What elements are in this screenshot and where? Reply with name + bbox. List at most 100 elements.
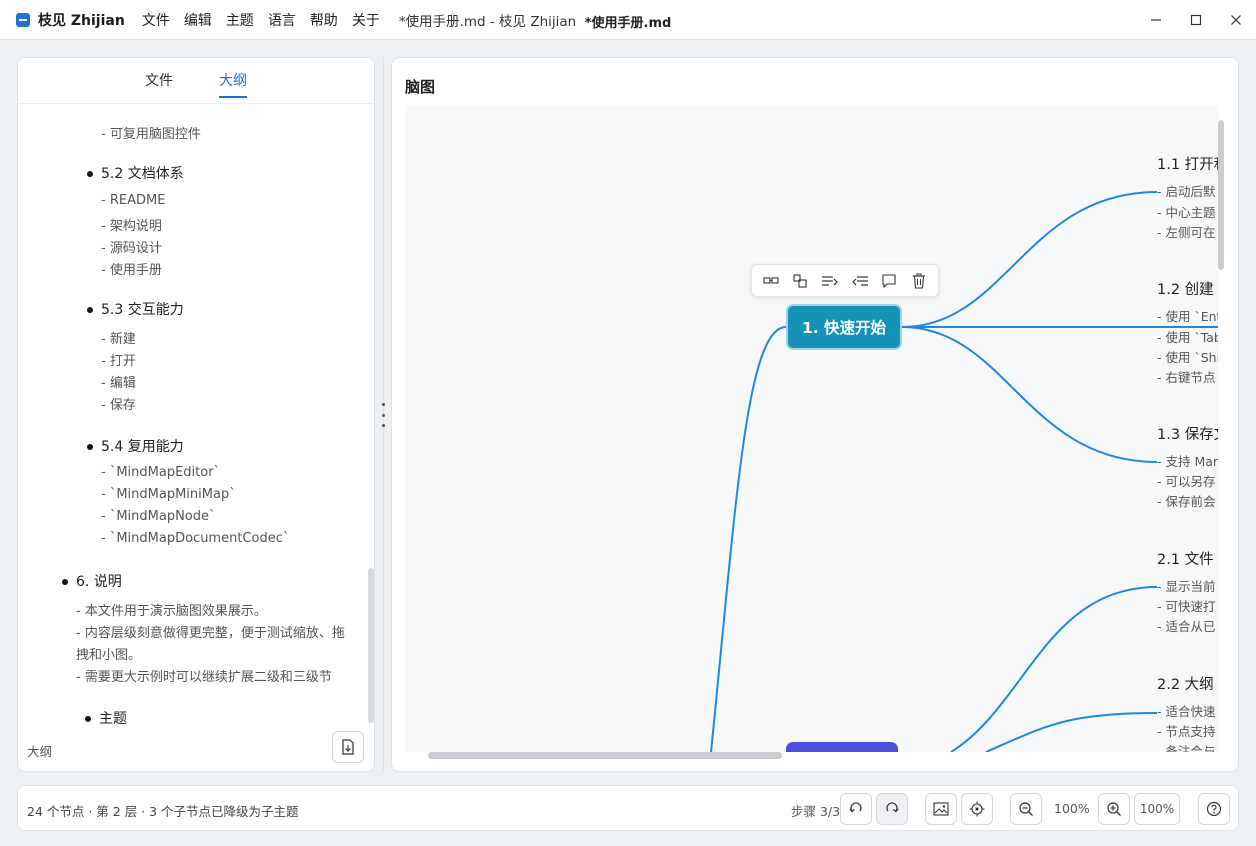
outline-item: - 保存: [101, 398, 136, 413]
outline-item: 拽和小图。: [76, 648, 142, 663]
indent-button[interactable]: [819, 270, 841, 292]
outline-view[interactable]: - 可复用脑图控件 5.2 文档体系 - README - 架构说明 - 源码设…: [18, 105, 368, 730]
leaf-node[interactable]: - 保存前会: [1157, 491, 1215, 510]
splitter-handle[interactable]: [381, 403, 385, 427]
zoom-level: 100%: [1054, 801, 1090, 816]
status-bar: 24 个节点 · 第 2 层 · 3 个子节点 已降级为子主题 步骤 3/3 1…: [17, 785, 1239, 831]
file-export-icon: [342, 739, 354, 755]
export-button[interactable]: [332, 731, 364, 763]
undo-icon: [849, 802, 862, 813]
bullet-icon: [62, 579, 68, 585]
close-button[interactable]: [1216, 0, 1256, 40]
help-icon: [1206, 801, 1222, 817]
comment-button[interactable]: [878, 270, 900, 292]
add-child-icon: [793, 273, 808, 288]
zoom-out-button[interactable]: [1010, 793, 1042, 825]
leaf-node[interactable]: - 可快速打: [1157, 596, 1215, 615]
leaf-node[interactable]: - 使用 `Ent: [1157, 306, 1218, 325]
outline-heading[interactable]: 5.2 文档体系: [101, 163, 184, 183]
link-2-1: [950, 586, 1158, 752]
link-root-left: [710, 326, 787, 752]
link-1-3: [901, 326, 1158, 463]
root-node[interactable]: 1. 快速开始: [786, 304, 902, 350]
link-node-button[interactable]: [760, 270, 782, 292]
export-image-button[interactable]: [925, 793, 957, 825]
leaf-node[interactable]: - 中心主题: [1157, 202, 1215, 221]
mindmap-panel: 脑图 1. 快速开始 1.1 打开 - 启动后默 - 中心主题 - 左侧可在 1…: [391, 57, 1239, 772]
outline-heading[interactable]: 5.4 复用能力: [101, 436, 184, 456]
add-child-button[interactable]: [789, 270, 811, 292]
window-controls: [1136, 0, 1256, 40]
image-icon: [933, 802, 949, 816]
outline-item: - 使用手册: [101, 263, 162, 278]
close-icon: [1231, 15, 1241, 25]
branch-node[interactable]: 1.1 打开和: [1157, 153, 1218, 174]
node-toolbar: [751, 264, 939, 297]
comment-icon: [882, 273, 897, 288]
app-logo-icon: [16, 12, 30, 27]
left-panel: 文件 大纲 - 可复用脑图控件 5.2 文档体系 - README - 架构说明…: [17, 57, 375, 772]
outline-item: - 打开: [101, 354, 136, 369]
bullet-icon: [85, 716, 91, 722]
branch-node[interactable]: 1.2 创建: [1157, 278, 1214, 299]
zoom-out-icon: [1019, 802, 1033, 816]
delete-node-button[interactable]: [908, 270, 930, 292]
leaf-node[interactable]: - 使用 `Tab: [1157, 327, 1218, 346]
left-footer: 大纲: [18, 725, 374, 771]
undo-button[interactable]: [840, 793, 872, 825]
redo-button[interactable]: [876, 793, 908, 825]
locate-button[interactable]: [961, 793, 993, 825]
outline-item: - 源码设计: [101, 241, 162, 256]
branch-node[interactable]: 1.3 保存文: [1157, 423, 1218, 444]
menu-theme[interactable]: 主题: [219, 10, 261, 30]
outdent-button[interactable]: [849, 270, 871, 292]
leaf-node[interactable]: - 显示当前: [1157, 576, 1215, 595]
mindmap-canvas[interactable]: 1. 快速开始 1.1 打开和 - 启动后默 - 中心主题 - 左侧可在 1.2…: [406, 106, 1218, 752]
leaf-node[interactable]: - 左侧可在: [1157, 222, 1215, 241]
help-button[interactable]: [1198, 793, 1230, 825]
trash-icon: [913, 273, 926, 289]
panel-title: 脑图: [405, 78, 436, 96]
outline-item: - `MindMapNode`: [101, 509, 216, 524]
bullet-icon: [87, 307, 93, 313]
tab-outline[interactable]: 大纲: [219, 58, 247, 104]
canvas-horizontal-scrollbar[interactable]: [428, 752, 782, 759]
leaf-node[interactable]: - 节点支持: [1157, 721, 1215, 740]
outline-scrollbar[interactable]: [368, 568, 374, 723]
menu-language[interactable]: 语言: [261, 10, 303, 30]
outline-item: - 可复用脑图控件: [101, 127, 201, 142]
outline-heading[interactable]: 5.3 交互能力: [101, 299, 184, 319]
canvas-vertical-scrollbar[interactable]: [1218, 120, 1224, 270]
branch-node[interactable]: 2.2 大纲: [1157, 673, 1214, 694]
menu-edit[interactable]: 编辑: [177, 10, 219, 30]
zoom-in-button[interactable]: [1098, 793, 1130, 825]
redo-icon: [886, 802, 899, 813]
window-title: *使用手册.md - 枝见 Zhijian: [398, 13, 577, 30]
leaf-node[interactable]: - 适合快速: [1157, 701, 1215, 720]
menu-about[interactable]: 关于: [345, 10, 387, 30]
minimap-zoom-button[interactable]: 100%: [1134, 793, 1180, 825]
menu-help[interactable]: 帮助: [303, 10, 345, 30]
leaf-node[interactable]: - 使用 `Shi: [1157, 347, 1218, 366]
bullet-icon: [87, 444, 93, 450]
indent-icon: [822, 275, 838, 286]
outline-item: - `MindMapMiniMap`: [101, 487, 236, 502]
left-tabs: 文件 大纲: [18, 58, 374, 104]
root-node-2[interactable]: [786, 742, 898, 752]
leaf-node[interactable]: - 右键节点: [1157, 367, 1215, 386]
leaf-node[interactable]: - 支持 Mar: [1157, 451, 1218, 470]
maximize-icon: [1190, 14, 1202, 26]
outline-item: - README: [101, 193, 166, 208]
branch-node[interactable]: 2.1 文件: [1157, 548, 1214, 569]
leaf-node[interactable]: - 备注会与: [1157, 741, 1215, 752]
minimize-button[interactable]: [1136, 0, 1176, 40]
maximize-button[interactable]: [1176, 0, 1216, 40]
outline-heading[interactable]: 6. 说明: [76, 571, 122, 591]
menu-file[interactable]: 文件: [135, 10, 177, 30]
leaf-node[interactable]: - 启动后默: [1157, 181, 1215, 200]
leaf-node[interactable]: - 适合从已: [1157, 616, 1215, 635]
title-bar: 枝见 Zhijian 文件 编辑 主题 语言 帮助 关于 *使用手册.md - …: [0, 0, 1256, 40]
leaf-node[interactable]: - 可以另存: [1157, 471, 1215, 490]
outline-item: - `MindMapEditor`: [101, 465, 221, 480]
tab-files[interactable]: 文件: [145, 58, 173, 104]
